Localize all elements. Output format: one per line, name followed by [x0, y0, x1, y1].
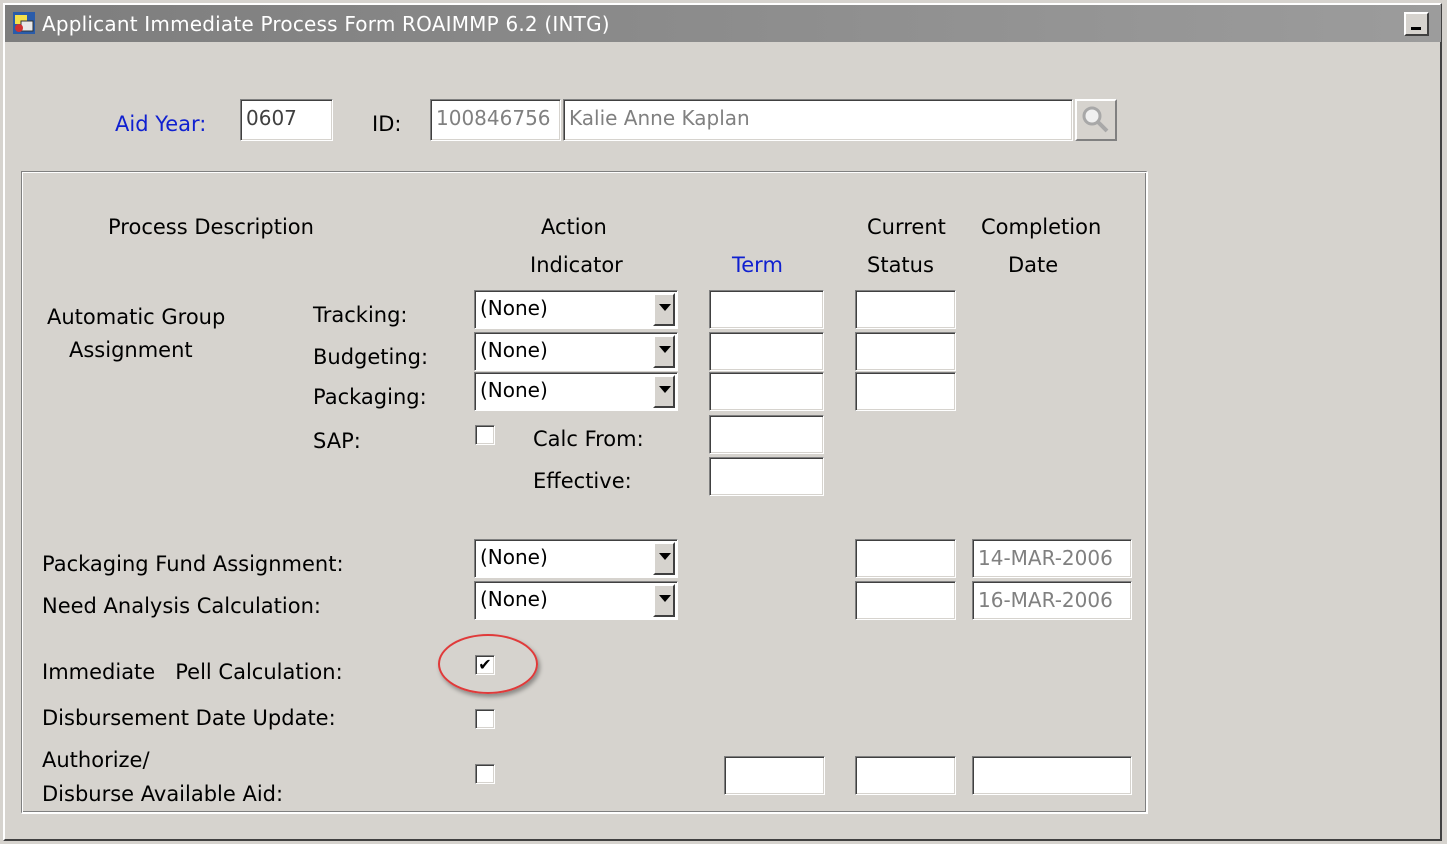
chevron-down-icon[interactable]	[653, 293, 675, 326]
header-date: Date	[1008, 253, 1059, 277]
id-field[interactable]: 100846756	[430, 99, 561, 141]
fund-assignment-label: Packaging Fund Assignment:	[42, 552, 344, 576]
chevron-down-icon[interactable]	[653, 584, 675, 617]
calc-from-field[interactable]	[709, 415, 824, 454]
id-label: ID:	[372, 112, 402, 136]
packaging-status-field[interactable]	[855, 372, 956, 411]
tracking-status-field[interactable]	[855, 290, 956, 329]
magnifier-icon	[1082, 106, 1109, 133]
oracle-forms-icon	[13, 12, 35, 34]
budgeting-status-field[interactable]	[855, 332, 956, 371]
need-analysis-select[interactable]: (None)	[474, 581, 678, 620]
title-bar: Applicant Immediate Process Form ROAIMMP…	[5, 5, 1441, 42]
header-term: Term	[732, 253, 783, 277]
fund-assignment-status-field[interactable]	[855, 539, 956, 578]
chevron-down-icon[interactable]	[653, 542, 675, 575]
aid-year-field[interactable]: 0607	[240, 99, 333, 141]
aid-year-label: Aid Year:	[115, 112, 207, 136]
chevron-down-icon[interactable]	[653, 335, 675, 368]
tracking-term-field[interactable]	[709, 290, 824, 329]
authorize-date-field[interactable]	[972, 756, 1132, 795]
need-analysis-date-field: 16-MAR-2006	[972, 581, 1132, 620]
pell-calculation-label: Immediate Pell Calculation:	[42, 660, 343, 684]
need-analysis-value: (None)	[480, 587, 548, 611]
fund-assignment-date-field: 14-MAR-2006	[972, 539, 1132, 578]
budgeting-value: (None)	[480, 338, 548, 362]
packaging-label: Packaging:	[313, 385, 427, 409]
disbursement-update-label: Disbursement Date Update:	[42, 706, 336, 730]
header-current: Current	[867, 215, 946, 239]
budgeting-select[interactable]: (None)	[474, 332, 678, 371]
authorize-status-field[interactable]	[855, 756, 956, 795]
fund-assignment-value: (None)	[480, 545, 548, 569]
tracking-label: Tracking:	[313, 303, 408, 327]
budgeting-label: Budgeting:	[313, 345, 429, 369]
header-action: Action	[541, 215, 607, 239]
highlight-circle	[438, 634, 538, 694]
header-status: Status	[867, 253, 934, 277]
packaging-term-field[interactable]	[709, 372, 824, 411]
fund-assignment-select[interactable]: (None)	[474, 539, 678, 578]
effective-label: Effective:	[533, 469, 632, 493]
disburse-available-aid-label: Disburse Available Aid:	[42, 782, 284, 806]
authorize-checkbox[interactable]	[475, 764, 495, 784]
effective-field[interactable]	[709, 457, 824, 496]
sap-checkbox[interactable]	[475, 425, 495, 445]
authorize-term-field[interactable]	[724, 756, 825, 795]
calc-from-label: Calc From:	[533, 427, 644, 451]
minimize-icon[interactable]	[1404, 12, 1429, 36]
header-process-description: Process Description	[108, 215, 314, 239]
packaging-value: (None)	[480, 378, 548, 402]
authorize-label: Authorize/	[42, 748, 150, 772]
need-analysis-label: Need Analysis Calculation:	[42, 594, 321, 618]
chevron-down-icon[interactable]	[653, 375, 675, 408]
name-field: Kalie Anne Kaplan	[563, 99, 1073, 141]
sap-label: SAP:	[313, 429, 361, 453]
disbursement-update-checkbox[interactable]	[475, 709, 495, 729]
header-completion: Completion	[981, 215, 1102, 239]
tracking-select[interactable]: (None)	[474, 290, 678, 329]
assignment-label: Assignment	[69, 338, 193, 362]
budgeting-term-field[interactable]	[709, 332, 824, 371]
automatic-group-label: Automatic Group	[47, 305, 226, 329]
packaging-select[interactable]: (None)	[474, 372, 678, 411]
window-title: Applicant Immediate Process Form ROAIMMP…	[42, 12, 610, 36]
need-analysis-status-field[interactable]	[855, 581, 956, 620]
header-indicator: Indicator	[530, 253, 623, 277]
search-button[interactable]	[1075, 99, 1117, 141]
tracking-value: (None)	[480, 296, 548, 320]
